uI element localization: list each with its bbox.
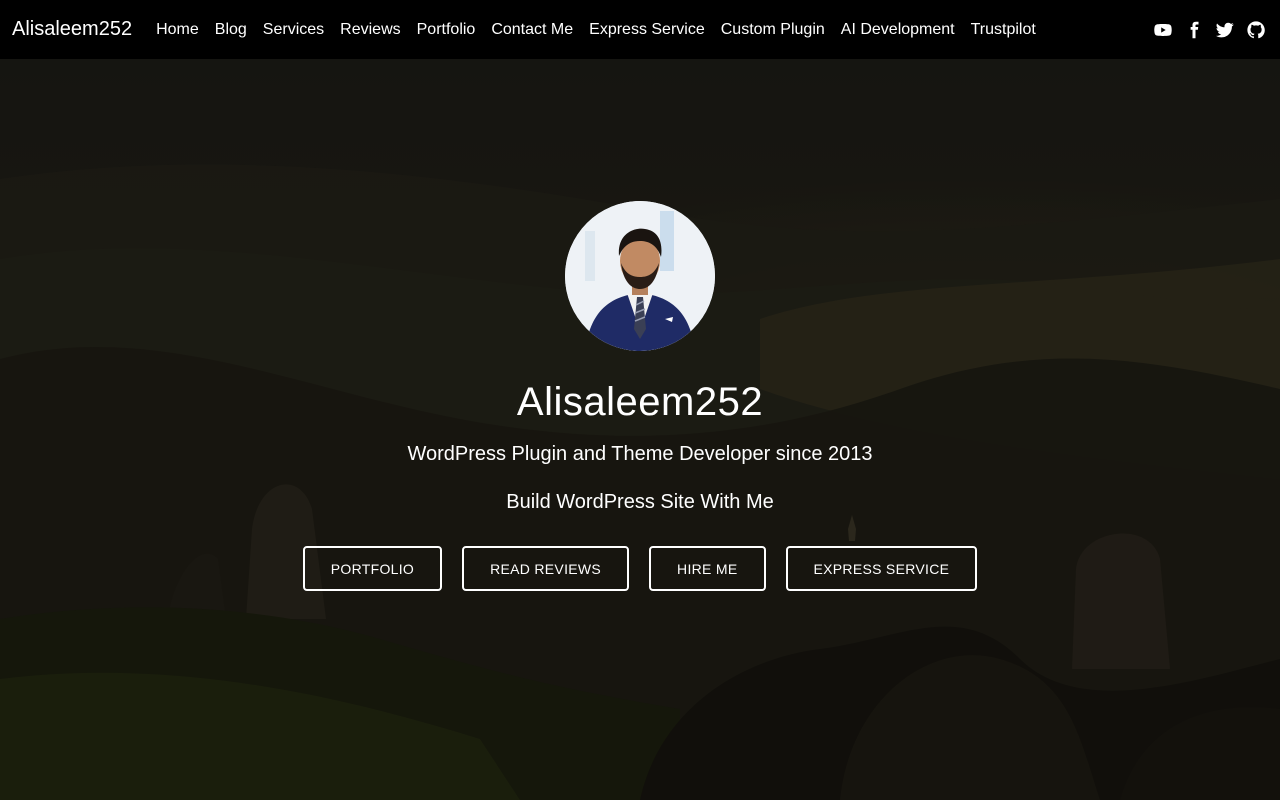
brand-logo-link[interactable]: Alisaleem252	[12, 18, 132, 41]
youtube-icon	[1154, 23, 1172, 36]
twitter-link[interactable]	[1216, 21, 1234, 39]
hire-me-button[interactable]: HIRE ME	[649, 546, 766, 591]
nav-link-services[interactable]: Services	[263, 21, 324, 38]
facebook-icon	[1190, 21, 1199, 38]
nav-item-reviews: Reviews	[340, 21, 400, 39]
nav-link-custom-plugin[interactable]: Custom Plugin	[721, 21, 825, 38]
hero-button-row: PORTFOLIO READ REVIEWS HIRE ME EXPRESS S…	[0, 546, 1280, 591]
youtube-link[interactable]	[1154, 21, 1172, 39]
portfolio-button[interactable]: PORTFOLIO	[302, 546, 443, 591]
github-link[interactable]	[1247, 20, 1265, 39]
social-links	[1154, 20, 1268, 39]
hero-content: Alisaleem252 WordPress Plugin and Theme …	[0, 59, 1280, 800]
facebook-link[interactable]	[1185, 21, 1203, 39]
nav-item-custom-plugin: Custom Plugin	[721, 21, 825, 39]
hero-tagline: Build WordPress Site With Me	[506, 491, 774, 513]
nav-link-ai-development[interactable]: AI Development	[841, 21, 955, 38]
nav-item-ai-development: AI Development	[841, 21, 955, 39]
nav-link-contact-me[interactable]: Contact Me	[491, 21, 573, 38]
hero-section: Alisaleem252 WordPress Plugin and Theme …	[0, 59, 1280, 800]
nav-link-home[interactable]: Home	[156, 21, 199, 38]
read-reviews-button[interactable]: READ REVIEWS	[462, 546, 630, 591]
nav-item-contact: Contact Me	[491, 21, 573, 39]
nav-link-trustpilot[interactable]: Trustpilot	[971, 21, 1036, 38]
nav-item-blog: Blog	[215, 21, 247, 39]
top-navbar: Alisaleem252 Home Blog Services Reviews …	[0, 0, 1280, 59]
express-service-button[interactable]: EXPRESS SERVICE	[785, 546, 978, 591]
nav-link-portfolio[interactable]: Portfolio	[417, 21, 476, 38]
hero-subtitle: WordPress Plugin and Theme Developer sin…	[407, 443, 873, 465]
nav-item-express-service: Express Service	[589, 21, 705, 39]
nav-item-portfolio: Portfolio	[417, 21, 476, 39]
twitter-icon	[1216, 22, 1234, 37]
profile-photo	[565, 201, 715, 351]
github-icon	[1247, 20, 1265, 38]
nav-link-reviews[interactable]: Reviews	[340, 21, 400, 38]
nav-item-services: Services	[263, 21, 324, 39]
profile-avatar	[565, 201, 715, 351]
nav-link-express-service[interactable]: Express Service	[589, 21, 705, 38]
nav-link-blog[interactable]: Blog	[215, 21, 247, 38]
nav-item-trustpilot: Trustpilot	[971, 21, 1036, 39]
nav-item-home: Home	[156, 21, 199, 39]
hero-title: Alisaleem252	[516, 380, 764, 424]
nav-menu: Home Blog Services Reviews Portfolio Con…	[156, 21, 1036, 39]
